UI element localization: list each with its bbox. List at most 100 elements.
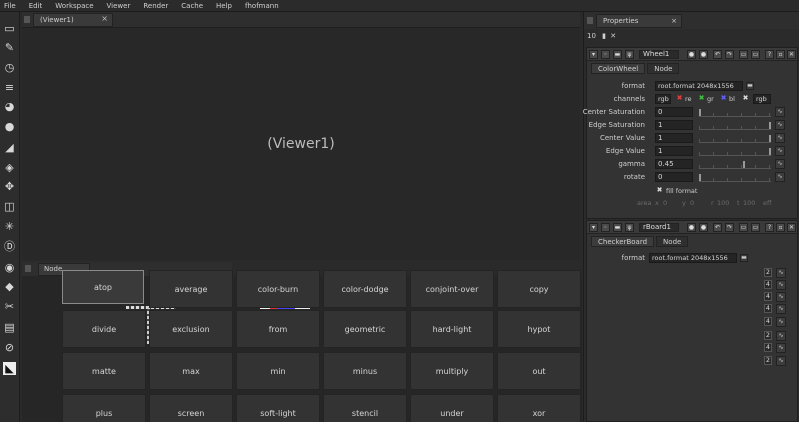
count-field[interactable]: 4	[764, 280, 772, 289]
format-dropdown[interactable]: root.format 2048x1556	[655, 81, 743, 91]
pane-grip[interactable]	[25, 265, 31, 272]
menu-workspace[interactable]: Workspace	[55, 0, 93, 12]
param-slider[interactable]	[699, 173, 771, 182]
blue-channel-checkbox[interactable]: ✖	[720, 95, 727, 102]
filter-icon[interactable]: ●	[3, 120, 16, 133]
count-field[interactable]: 2	[764, 331, 772, 340]
merge-op-average[interactable]: average	[149, 270, 233, 308]
maximize-icon[interactable]: ▫	[776, 50, 785, 59]
merge-op-matte[interactable]: matte	[62, 352, 146, 390]
param-slider[interactable]	[699, 108, 771, 117]
animation-menu-icon[interactable]: ∿	[775, 146, 785, 156]
viewer-color-icon[interactable]: ●	[699, 223, 708, 232]
merge-op-under[interactable]: under	[410, 394, 494, 422]
count-field[interactable]: 4	[764, 343, 772, 352]
param-value-field[interactable]: 1	[655, 120, 693, 130]
merge-op-from[interactable]: from	[236, 310, 320, 348]
merge-op-min[interactable]: min	[236, 352, 320, 390]
tab-checkerboard[interactable]: CheckerBoard	[591, 236, 655, 247]
tab-node[interactable]: Node	[656, 236, 689, 247]
count-field[interactable]: 2	[764, 356, 772, 365]
undo-icon[interactable]: ↶	[713, 223, 722, 232]
slider-handle[interactable]	[743, 161, 745, 168]
merge-op-hypot[interactable]: hypot	[497, 310, 581, 348]
slider-handle[interactable]	[769, 122, 771, 129]
metadata-icon[interactable]: ◆	[3, 280, 16, 293]
animation-menu-icon[interactable]: ∿	[775, 172, 785, 182]
channel-icon[interactable]: ≡	[3, 81, 16, 94]
animation-menu-icon[interactable]: ∿	[776, 304, 786, 314]
nuke-logo-icon[interactable]: ◣	[3, 362, 16, 375]
merge-op-soft-light[interactable]: soft-light	[236, 394, 320, 422]
node-color-icon[interactable]: ▬	[613, 50, 622, 59]
format-dropdown[interactable]: root.format 2048x1556	[649, 253, 737, 263]
animation-menu-icon[interactable]: ∿	[776, 317, 786, 327]
furnace-icon[interactable]: ⊘	[3, 341, 16, 354]
area-x-value[interactable]: 0	[663, 199, 667, 207]
animation-menu-icon[interactable]: ∿	[775, 159, 785, 169]
menu-help[interactable]: Help	[216, 0, 232, 12]
merge-op-conjoint-over[interactable]: conjoint-over	[410, 270, 494, 308]
merge-op-plus[interactable]: plus	[62, 394, 146, 422]
close-panel-icon[interactable]: ✕	[787, 50, 796, 59]
param-value-field[interactable]: 0	[655, 107, 693, 117]
merge-op-multiply[interactable]: multiply	[410, 352, 494, 390]
time-icon[interactable]: ◷	[3, 61, 16, 74]
center-node-icon[interactable]: ◦	[601, 223, 610, 232]
red-channel-checkbox[interactable]: ✖	[676, 95, 683, 102]
animation-menu-icon[interactable]: ∿	[776, 268, 786, 278]
particles-icon[interactable]: ✳	[3, 220, 16, 233]
merge-op-out[interactable]: out	[497, 352, 581, 390]
merge-op-divide[interactable]: divide	[62, 310, 146, 348]
draw-icon[interactable]: ✎	[3, 41, 16, 54]
green-channel-checkbox[interactable]: ✖	[698, 95, 705, 102]
menu-cache[interactable]: Cache	[181, 0, 203, 12]
float-panel-icon[interactable]: ▭	[751, 223, 760, 232]
area-y-value[interactable]: 0	[690, 199, 694, 207]
help-icon[interactable]: ?	[765, 50, 774, 59]
collapse-icon[interactable]: ▾	[589, 223, 598, 232]
node-name-field[interactable]: Wheel1	[639, 50, 679, 59]
slider-handle[interactable]	[769, 135, 771, 142]
node-name-field[interactable]: rBoard1	[639, 223, 679, 232]
pane-grip[interactable]	[24, 16, 30, 23]
undo-icon[interactable]: ↶	[713, 50, 722, 59]
format-menu-icon[interactable]: ▬	[746, 82, 754, 90]
animation-menu-icon[interactable]: ∿	[776, 280, 786, 290]
deep-icon[interactable]: Ⓓ	[3, 240, 16, 253]
merge-op-exclusion[interactable]: exclusion	[149, 310, 233, 348]
merge-op-stencil[interactable]: stencil	[323, 394, 407, 422]
redo-icon[interactable]: ↷	[725, 223, 734, 232]
merge-op-atop[interactable]: atop	[62, 270, 144, 304]
param-slider[interactable]	[699, 147, 771, 156]
help-icon[interactable]: ?	[765, 223, 774, 232]
3d-icon[interactable]: ◫	[3, 200, 16, 213]
merge-op-color-dodge[interactable]: color-dodge	[323, 270, 407, 308]
other-icon[interactable]: ▤	[3, 321, 16, 334]
revert-icon[interactable]: ▭	[739, 223, 748, 232]
merge-op-geometric[interactable]: geometric	[323, 310, 407, 348]
color-swatch-icon[interactable]: ●	[687, 223, 696, 232]
menu-file[interactable]: File	[4, 0, 16, 12]
merge-op-xor[interactable]: xor	[497, 394, 581, 422]
merge-op-hard-light[interactable]: hard-light	[410, 310, 494, 348]
fill-format-checkbox[interactable]: ✖	[656, 187, 663, 194]
clear-panels-icon[interactable]: ✕	[610, 32, 616, 40]
close-icon[interactable]: ×	[671, 15, 677, 27]
views-icon[interactable]: ◉	[3, 261, 16, 274]
viewer-color-icon[interactable]: ●	[699, 50, 708, 59]
revert-icon[interactable]: ▭	[739, 50, 748, 59]
channels-end-dropdown[interactable]: rgb	[753, 94, 771, 104]
close-icon[interactable]: ×	[101, 14, 108, 23]
tab-colorwheel[interactable]: ColorWheel	[591, 63, 646, 74]
merge-op-minus[interactable]: minus	[323, 352, 407, 390]
image-icon[interactable]: ▭	[3, 22, 16, 35]
merge-op-max[interactable]: max	[149, 352, 233, 390]
menu-edit[interactable]: Edit	[29, 0, 43, 12]
maximize-icon[interactable]: ▫	[776, 223, 785, 232]
count-field[interactable]: 4	[764, 317, 772, 326]
animation-menu-icon[interactable]: ∿	[775, 120, 785, 130]
merge-op-color-burn[interactable]: color-burn	[236, 270, 320, 308]
animation-menu-icon[interactable]: ∿	[776, 292, 786, 302]
count-field[interactable]: 4	[764, 304, 772, 313]
